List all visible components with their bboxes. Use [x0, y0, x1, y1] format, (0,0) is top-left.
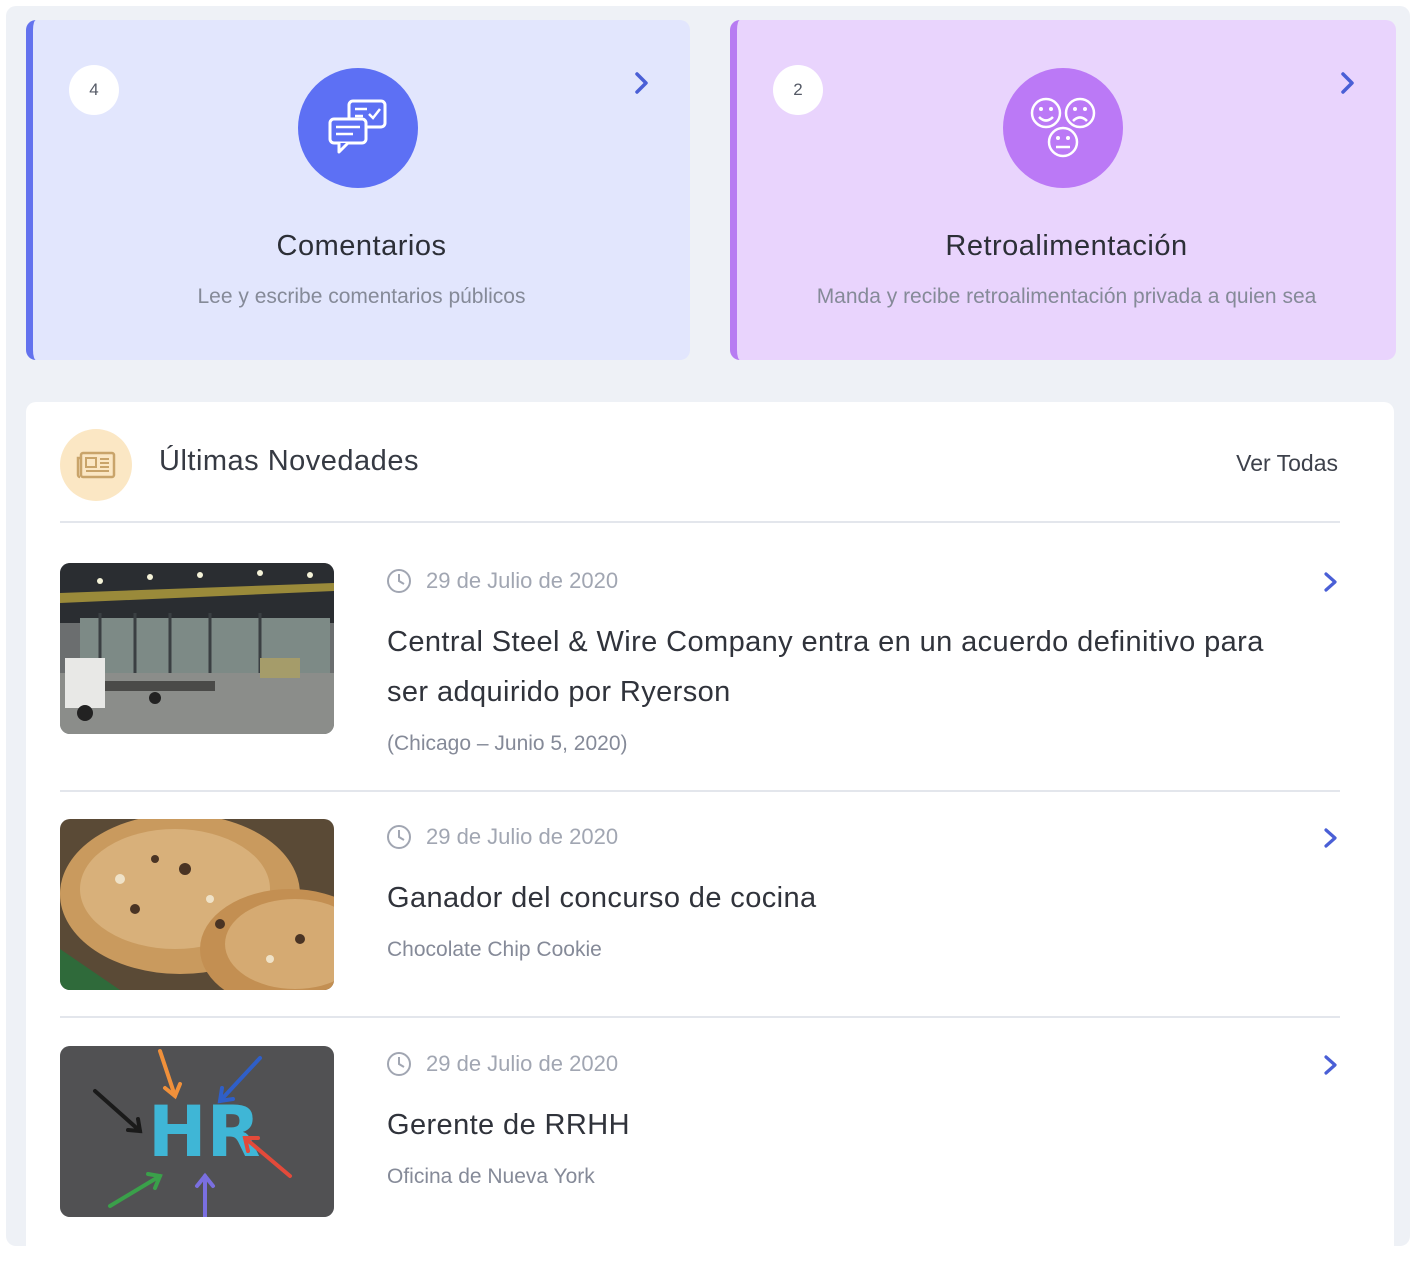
svg-text:HR: HR [148, 1091, 261, 1173]
chevron-right-icon[interactable] [1336, 68, 1360, 98]
card-description: Lee y escribe comentarios públicos [197, 285, 526, 308]
newspaper-icon [60, 429, 132, 501]
news-item-date: 29 de Julio de 2020 [426, 1051, 619, 1076]
divider [60, 1016, 1340, 1018]
news-item[interactable]: 29 de Julio de 2020 Central Steel & Wire… [60, 563, 1340, 773]
clock-icon [387, 1052, 411, 1076]
clock-icon [387, 825, 411, 849]
news-item-title: Gerente de RRHH [387, 1109, 630, 1141]
divider [60, 521, 1340, 523]
chevron-right-icon[interactable] [1320, 824, 1342, 852]
warehouse-photo [60, 563, 334, 734]
chevron-right-icon[interactable] [630, 68, 654, 98]
comments-card[interactable]: 4 Comentarios Lee y escribe comentarios … [26, 20, 690, 360]
news-item-date: 29 de Julio de 2020 [426, 824, 619, 849]
card-title: Comentarios [276, 230, 447, 262]
card-description: Manda y recibe retroalimentación privada… [816, 285, 1317, 308]
divider [60, 790, 1340, 792]
news-item-subtitle: Oficina de Nueva York [387, 1165, 595, 1188]
news-panel: Últimas Novedades Ver Todas 29 de Julio … [26, 402, 1394, 1262]
feedback-count-badge: 2 [773, 65, 823, 115]
news-item-subtitle: (Chicago – Junio 5, 2020) [387, 732, 628, 755]
news-item-title: Central Steel & Wire Company entra en un… [387, 626, 1264, 708]
chat-bubbles-icon [298, 68, 418, 188]
chevron-right-icon[interactable] [1320, 1051, 1342, 1079]
news-item-subtitle: Chocolate Chip Cookie [387, 938, 602, 961]
news-item-title: Ganador del concurso de cocina [387, 882, 817, 914]
hr-arrows-photo: HR [60, 1046, 334, 1217]
clock-icon [387, 569, 411, 593]
faces-icon [1003, 68, 1123, 188]
view-all-link[interactable]: Ver Todas [1236, 450, 1338, 477]
card-title: Retroalimentación [945, 230, 1188, 262]
news-panel-title: Últimas Novedades [159, 445, 419, 477]
feedback-card[interactable]: 2 Retroalimentación Manda y recibe retro… [730, 20, 1396, 360]
comments-count-badge: 4 [69, 65, 119, 115]
news-item[interactable]: HR 29 de Julio de 2020 Gerente de RRHH O… [60, 1046, 1340, 1226]
chevron-right-icon[interactable] [1320, 568, 1342, 596]
news-item-date: 29 de Julio de 2020 [426, 568, 619, 593]
news-item[interactable]: 29 de Julio de 2020 Ganador del concurso… [60, 819, 1340, 999]
cookies-photo [60, 819, 334, 990]
